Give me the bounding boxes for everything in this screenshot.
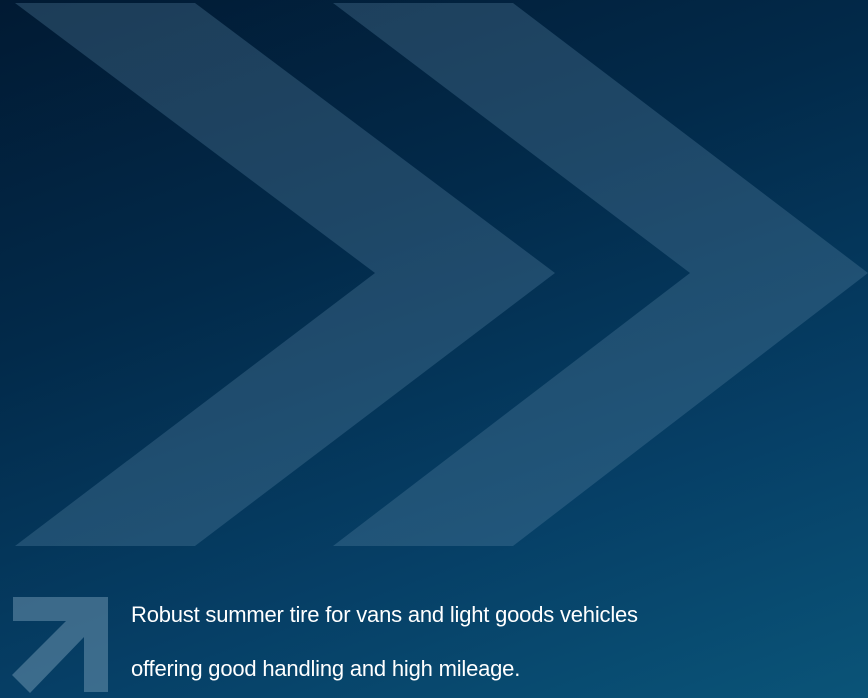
- hero-banner: Robust summer tire for vans and light go…: [0, 0, 868, 698]
- tagline-line-2: offering good handling and high mileage.: [131, 656, 521, 681]
- arrow-up-right-icon: [12, 597, 108, 693]
- tagline: Robust summer tire for vans and light go…: [131, 588, 831, 696]
- tagline-line-1: Robust summer tire for vans and light go…: [131, 602, 638, 627]
